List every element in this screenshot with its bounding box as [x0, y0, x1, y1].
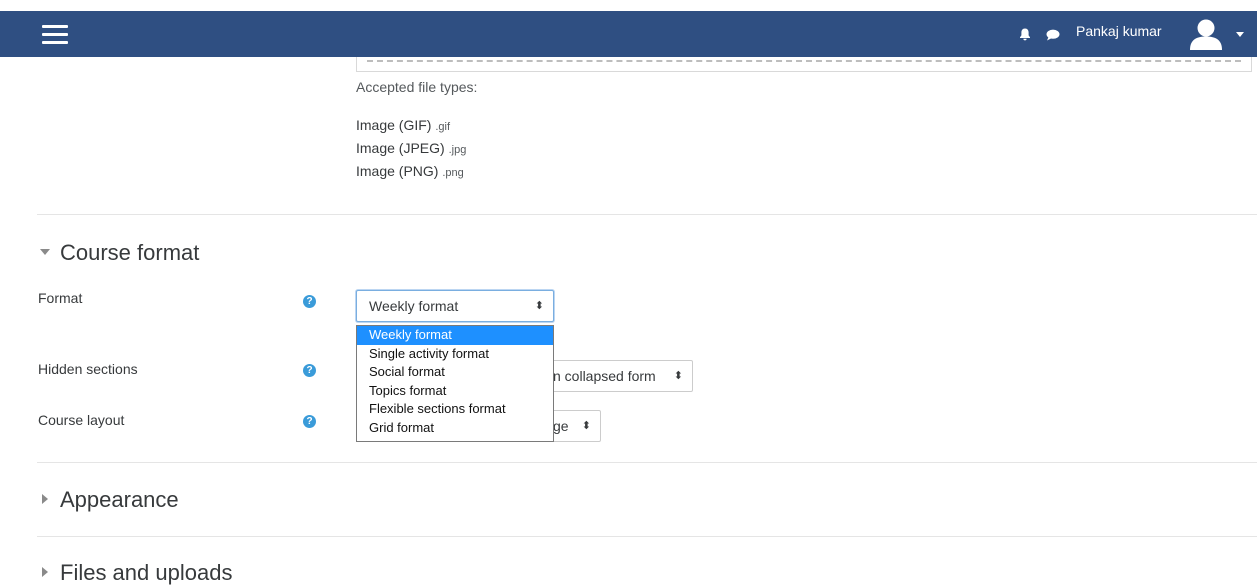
format-option[interactable]: Grid format [357, 419, 553, 438]
divider [37, 462, 1257, 463]
select-arrows-icon: ⬍ [673, 370, 683, 382]
help-icon[interactable]: ? [303, 295, 316, 308]
file-type-item: Image (GIF) .gif [356, 117, 451, 133]
top-navbar: Pankaj kumar [0, 11, 1257, 57]
divider [37, 536, 1257, 537]
user-avatar-icon[interactable] [1188, 16, 1224, 52]
chat-icon[interactable] [1046, 29, 1060, 41]
format-option[interactable]: Flexible sections format [357, 400, 553, 419]
format-label: Format [38, 290, 83, 306]
format-option[interactable]: Single activity format [357, 345, 553, 364]
menu-icon[interactable] [42, 25, 68, 45]
expand-arrow-icon [42, 567, 48, 578]
section-course-format-header[interactable]: Course format [40, 240, 199, 266]
course-layout-label: Course layout [38, 412, 125, 428]
select-arrows-icon: ⬍ [581, 420, 591, 432]
collapse-arrow-icon [40, 249, 50, 256]
expand-arrow-icon [42, 494, 48, 505]
divider [37, 214, 1257, 215]
section-appearance-header[interactable]: Appearance [40, 487, 179, 513]
help-icon[interactable]: ? [303, 364, 316, 377]
help-icon[interactable]: ? [303, 415, 316, 428]
format-option[interactable]: Weekly format [357, 326, 553, 345]
select-arrows-icon: ⬍ [534, 300, 544, 312]
bell-icon[interactable] [1019, 28, 1031, 41]
caret-down-icon[interactable] [1236, 32, 1244, 37]
format-select[interactable]: Weekly format ⬍ [356, 290, 554, 322]
hidden-sections-label: Hidden sections [38, 361, 138, 377]
format-dropdown-list[interactable]: Weekly format Single activity format Soc… [356, 325, 554, 442]
file-type-item: Image (PNG) .png [356, 163, 464, 179]
format-option[interactable]: Topics format [357, 382, 553, 401]
user-name[interactable]: Pankaj kumar [1076, 23, 1162, 39]
accepted-file-types-label: Accepted file types: [356, 79, 478, 95]
format-option[interactable]: Social format [357, 363, 553, 382]
section-files-uploads-header[interactable]: Files and uploads [40, 560, 232, 586]
file-type-item: Image (JPEG) .jpg [356, 140, 467, 156]
file-dropzone[interactable] [356, 57, 1252, 72]
